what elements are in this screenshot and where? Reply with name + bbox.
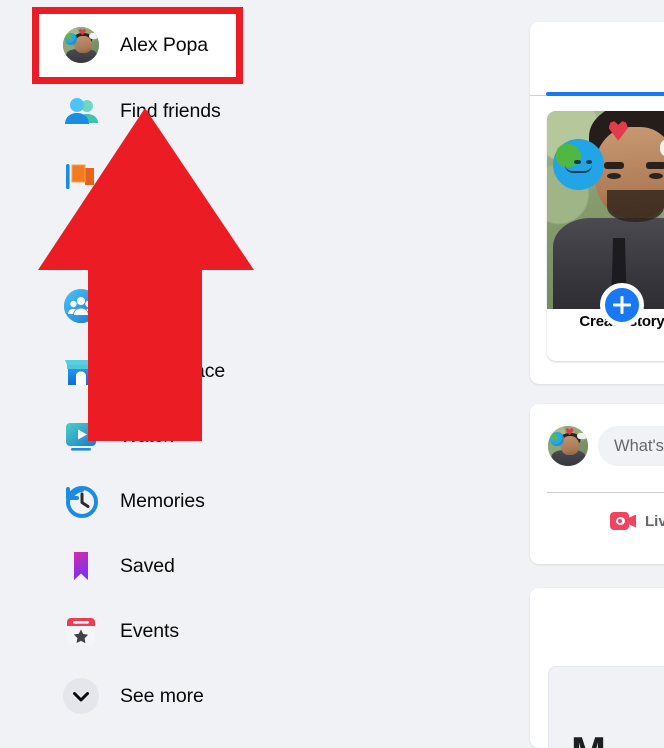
divider [547,492,664,493]
groups-icon [63,288,99,324]
sidebar-item-profile[interactable]: Alex Popa [46,19,376,71]
active-tab-indicator[interactable] [546,92,664,96]
sidebar-item-label-memories: Memories [120,489,205,512]
events-calendar-icon [63,613,99,649]
marketplace-icon [63,353,99,389]
live-video-button[interactable]: Live video [610,512,664,530]
sidebar-item-saved[interactable]: Saved [46,540,376,592]
sidebar-item-see-more[interactable]: See more [46,670,376,722]
memories-clock-icon [63,483,99,519]
feed-post-media[interactable]: M [548,666,664,748]
live-video-label: Live video [645,512,664,530]
sidebar-item-events[interactable]: Events [46,605,376,657]
video-camera-icon [610,512,636,530]
chevron-down-icon [63,678,99,714]
sidebar-item-watch[interactable]: Watch [46,410,376,462]
feed-post-card: M [530,588,664,748]
sidebar-item-label-groups: Groups [120,294,184,317]
main-content-column: Create story What's on your mind? Live v… [530,0,664,748]
sidebar-item-label-watch: Watch [120,424,175,447]
sidebar-item-label-find-friends: Find friends [120,99,221,122]
sidebar-item-groups[interactable]: Groups [46,280,376,332]
sidebar-item-memories[interactable]: Memories [46,475,376,527]
stories-card: Create story [530,22,664,384]
story-photo [547,111,664,309]
composer-avatar[interactable] [548,426,588,466]
sidebar-item-label-profile: Alex Popa [120,33,208,56]
left-sidebar: Alex Popa Find friends Feeds Groups Mark… [0,0,420,726]
feed-post-text: M [571,731,606,748]
sidebar-item-feeds[interactable]: Feeds [46,150,376,202]
friends-icon [63,93,99,129]
sidebar-item-label-see-more: See more [120,684,204,707]
saved-bookmark-icon [63,548,99,584]
sidebar-item-label-saved: Saved [120,554,175,577]
sidebar-item-marketplace[interactable]: Marketplace [46,345,376,397]
sidebar-item-label-feeds: Feeds [120,164,174,187]
watch-icon [63,418,99,454]
avatar [63,27,99,63]
feeds-flag-icon [63,158,99,194]
sidebar-item-find-friends[interactable]: Find friends [46,85,376,137]
post-composer-card: What's on your mind? Live video [530,404,664,564]
create-story-tile[interactable]: Create story [547,111,664,361]
composer-input[interactable]: What's on your mind? [598,426,664,466]
sidebar-item-label-events: Events [120,619,180,642]
plus-icon[interactable] [600,283,644,327]
sidebar-item-label-marketplace: Marketplace [120,359,226,382]
